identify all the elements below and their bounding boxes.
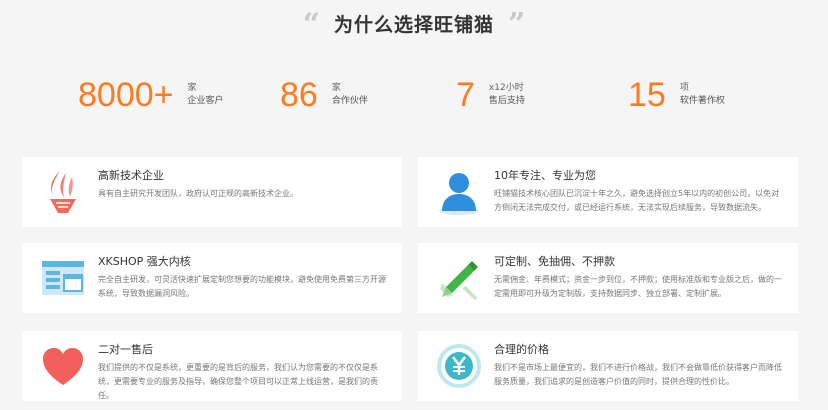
- stat-unit: x12小时: [488, 83, 524, 93]
- feature-card-after-sales: 二对一售后 我们提供的不仅是系统，更重要的是背后的服务，我们认为您需要的不仅仅是…: [22, 331, 402, 401]
- card-title: 二对一售后: [98, 343, 153, 356]
- feature-card-xkshop: XKSHOP 强大内核 完全自主研发，可灵活快速扩展定制您想要的功能模块，避免使…: [22, 243, 402, 313]
- feature-card-price: 合理的价格 我们不是市场上最便宜的，我们不进行价格战，我们不会做靠低价获得客户而…: [418, 331, 798, 401]
- torch-icon: [38, 167, 88, 217]
- stat-partners: 86 家 合作伙伴: [280, 78, 368, 112]
- card-title: 10年专注、专业为您: [494, 169, 596, 182]
- section-title: 为什么选择旺铺猫: [333, 13, 494, 36]
- card-description: 完全自主研发，可灵活快速扩展定制您想要的功能模块，避免使用免费第三方开源系统，导…: [98, 275, 386, 298]
- card-title: 高新技术企业: [98, 169, 164, 182]
- card-description: 我们不是市场上最便宜的，我们不进行价格战，我们不会做靠低价获得客户而降低服务质量…: [494, 363, 782, 386]
- card-description: 无需佣金、年费模式；资金一步到位，不押款；使用标准版和专业版之后，做的一定需用即…: [494, 275, 782, 298]
- stat-label: 软件著作权: [679, 96, 725, 106]
- card-title: XKSHOP 强大内核: [98, 255, 191, 268]
- card-title: 可定制、免抽佣、不押款: [494, 255, 615, 268]
- heart-icon: [38, 341, 88, 391]
- stat-customers: 8000+ 家 企业客户: [78, 78, 224, 112]
- stat-label: 企业客户: [187, 96, 224, 106]
- feature-card-customizable: 可定制、免抽佣、不押款 无需佣金、年费模式；资金一步到位，不押款；使用标准版和专…: [418, 243, 798, 313]
- stat-number: 86: [280, 76, 318, 114]
- quote-open-icon: “: [302, 7, 320, 42]
- stat-number: 15: [628, 76, 666, 114]
- stat-unit: 家: [187, 83, 197, 93]
- stat-label: 售后支持: [488, 96, 525, 106]
- window-icon: [38, 253, 88, 303]
- card-description: 我们提供的不仅是系统，更重要的是背后的服务，我们认为您需要的不仅仅是系统，更需要…: [98, 363, 378, 400]
- card-title: 合理的价格: [494, 343, 549, 356]
- stat-label: 合作伙伴: [331, 96, 368, 106]
- yen-icon: [434, 341, 484, 391]
- stat-copyrights: 15 项 软件著作权: [628, 78, 725, 112]
- stat-unit: 项: [679, 83, 689, 93]
- feature-card-high-tech: 高新技术企业 具有自主研究开发团队，政府认可正规的高新技术企业。: [22, 157, 402, 227]
- stat-support: 7 x12小时 售后支持: [456, 78, 525, 112]
- stat-number: 7: [456, 76, 475, 114]
- section-heading: “ 为什么选择旺铺猫 ”: [0, 7, 828, 42]
- pencil-ruler-icon: [434, 253, 484, 303]
- stats-row: 8000+ 家 企业客户 86 家 合作伙伴 7 x12小时 售后支持 15 项…: [0, 78, 828, 118]
- stat-unit: 家: [331, 83, 341, 93]
- card-description: 旺铺猫技术核心团队已沉淀十年之久，避免选择创立5年以内的初创公司，以免对方倒闭无…: [494, 189, 780, 212]
- stat-number: 8000+: [78, 76, 174, 114]
- person-icon: [434, 167, 484, 217]
- quote-close-icon: ”: [508, 7, 526, 42]
- feature-card-ten-years: 10年专注、专业为您 旺铺猫技术核心团队已沉淀十年之久，避免选择创立5年以内的初…: [418, 157, 798, 227]
- card-description: 具有自主研究开发团队，政府认可正规的高新技术企业。: [98, 189, 298, 198]
